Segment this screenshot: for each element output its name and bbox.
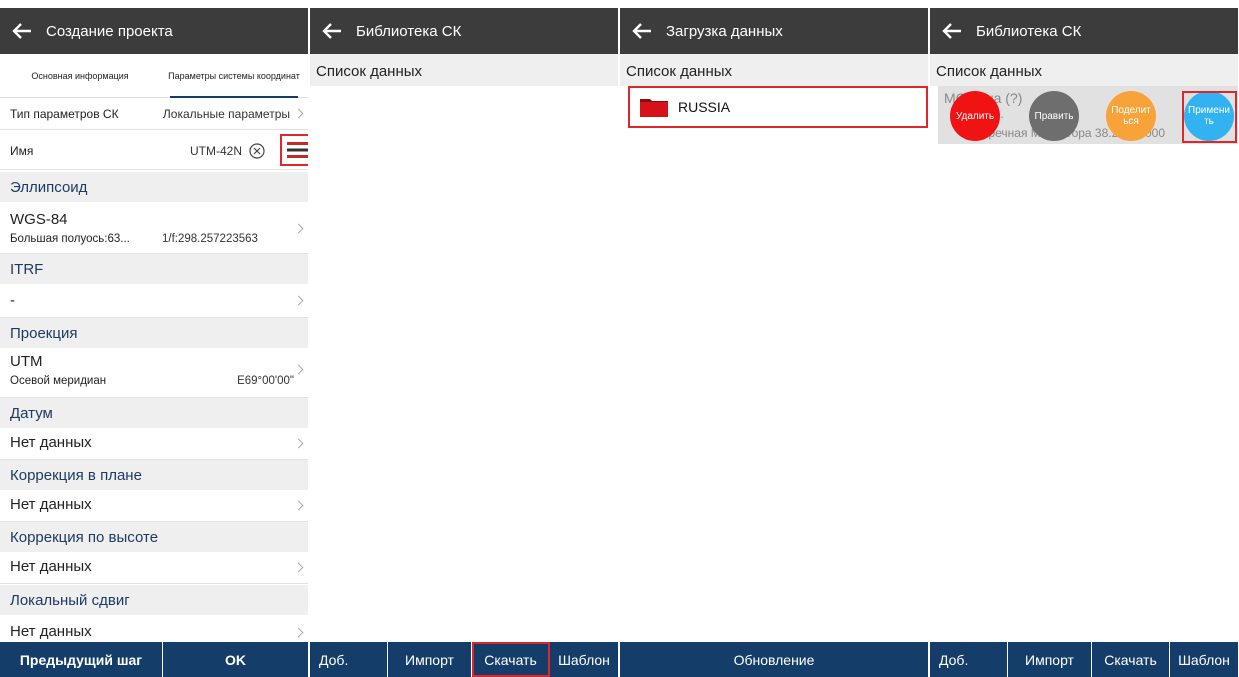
list-title: Список данных [316,63,423,80]
folder-name: RUSSIA [678,99,731,115]
import-button[interactable]: Импорт [388,642,472,677]
share-action-button[interactable]: Поделит ься [1106,91,1156,141]
chevron-right-icon [293,627,304,638]
footer-bar: Предыдущий шаг OK [0,642,308,677]
local-shift-section: Локальный сдвиг [0,585,308,615]
local-shift-value: Нет данных [10,623,92,640]
ellipsoid-detail-axis: Большая полуось:63... [10,233,130,245]
projection-section: Проекция [0,318,308,348]
height-correction-value: Нет данных [10,558,92,575]
datum-row[interactable]: Нет данных [0,428,308,460]
back-arrow-icon[interactable] [312,8,352,54]
section-title: Проекция [10,325,78,342]
itrf-row[interactable]: - [0,284,308,318]
previous-step-button[interactable]: Предыдущий шаг [0,642,163,677]
add-button[interactable]: Доб. [310,642,388,677]
ellipsoid-name: WGS-84 [10,211,68,228]
datum-value: Нет данных [10,434,92,451]
cs-type-value: Локальные параметры [162,107,290,121]
back-arrow-icon[interactable] [622,8,662,54]
chevron-right-icon [293,223,304,234]
central-meridian-label: Осевой меридиан [10,375,107,387]
create-project-panel: Создание проекта Основная информация Пар… [0,0,308,677]
projection-name: UTM [10,353,43,370]
chevron-right-icon [293,500,304,511]
tab-coord-params[interactable]: Параметры системы координат [160,54,308,98]
add-button[interactable]: Доб. [930,642,1008,677]
section-title: Эллипсоид [10,179,88,196]
cs-type-label: Тип параметров СК [10,107,119,121]
section-title: Датум [10,405,53,422]
import-button[interactable]: Импорт [1008,642,1092,677]
local-shift-row[interactable]: Нет данных [0,615,308,643]
section-title: Коррекция по высоте [10,529,159,546]
plane-correction-value: Нет данных [10,496,92,513]
section-title: ITRF [10,261,44,278]
projection-row[interactable]: UTM Осевой меридиан E69°00'00" [0,348,308,398]
plane-correction-row[interactable]: Нет данных [0,490,308,522]
edit-action-button[interactable]: Править [1029,91,1079,141]
ellipsoid-detail-flattening: 1/f:298.257223563 [162,233,258,245]
back-arrow-icon[interactable] [932,8,972,54]
folder-icon [640,97,668,117]
tab-bar: Основная информация Параметры системы ко… [0,54,308,98]
header-bar: Библиотека СК [310,8,618,54]
page-title: Создание проекта [46,22,173,40]
apply-highlight-box [1182,91,1237,143]
clear-icon[interactable] [249,143,265,164]
height-correction-row[interactable]: Нет данных [0,552,308,584]
header-bar: Библиотека СК [930,8,1238,54]
footer-bar: Доб. Импорт Скачать Шаблон [930,642,1238,677]
header-bar: Создание проекта [0,8,308,54]
section-title: Коррекция в плане [10,467,142,484]
chevron-right-icon [293,295,304,306]
cs-type-row[interactable]: Тип параметров СК Локальные параметры [0,98,308,130]
library-list-button[interactable] [280,134,308,166]
back-arrow-icon[interactable] [2,8,42,54]
list-header: Список данных [930,54,1238,86]
download-button[interactable]: Скачать [1092,642,1170,677]
height-correction-section: Коррекция по высоте [0,522,308,552]
list-title: Список данных [626,63,733,80]
chevron-right-icon [293,108,304,119]
delete-action-button[interactable]: Удалить [950,91,1000,141]
folder-item-russia[interactable]: RUSSIA [628,86,928,128]
footer-bar: Обновление [620,642,928,677]
name-row: Имя UTM-42N [0,130,308,170]
list-header: Список данных [310,54,618,86]
update-button[interactable]: Обновление [620,642,928,677]
tab-basic-info[interactable]: Основная информация [0,54,160,98]
page-title: Библиотека СК [356,22,462,40]
cs-library-panel: Библиотека СК Список данных Доб. Импорт … [310,0,618,677]
list-title: Список данных [936,63,1043,80]
plane-correction-section: Коррекция в плане [0,460,308,490]
list-icon [287,142,308,158]
page-title: Библиотека СК [976,22,1082,40]
itrf-section: ITRF [0,254,308,284]
name-value[interactable]: UTM-42N [190,144,242,158]
ok-button[interactable]: OK [163,642,308,677]
list-header: Список данных [620,54,928,86]
ellipsoid-row[interactable]: WGS-84 Большая полуось:63... 1/f:298.257… [0,202,308,254]
itrf-value: - [10,292,15,309]
datum-section: Датум [0,398,308,428]
chevron-right-icon [293,562,304,573]
header-bar: Загрузка данных [620,8,928,54]
chevron-right-icon [293,364,304,375]
download-button[interactable]: Скачать [472,642,550,677]
chevron-right-icon [293,438,304,449]
section-title: Локальный сдвиг [10,592,130,609]
template-button[interactable]: Шаблон [1170,642,1238,677]
page-title: Загрузка данных [666,22,783,40]
data-download-panel: Загрузка данных Список данных RUSSIA Обн… [620,0,928,677]
central-meridian-value: E69°00'00" [237,375,294,387]
footer-bar: Доб. Импорт Скачать Шаблон [310,642,618,677]
name-label: Имя [10,144,34,158]
ellipsoid-section: Эллипсоид [0,172,308,202]
template-button[interactable]: Шаблон [550,642,618,677]
